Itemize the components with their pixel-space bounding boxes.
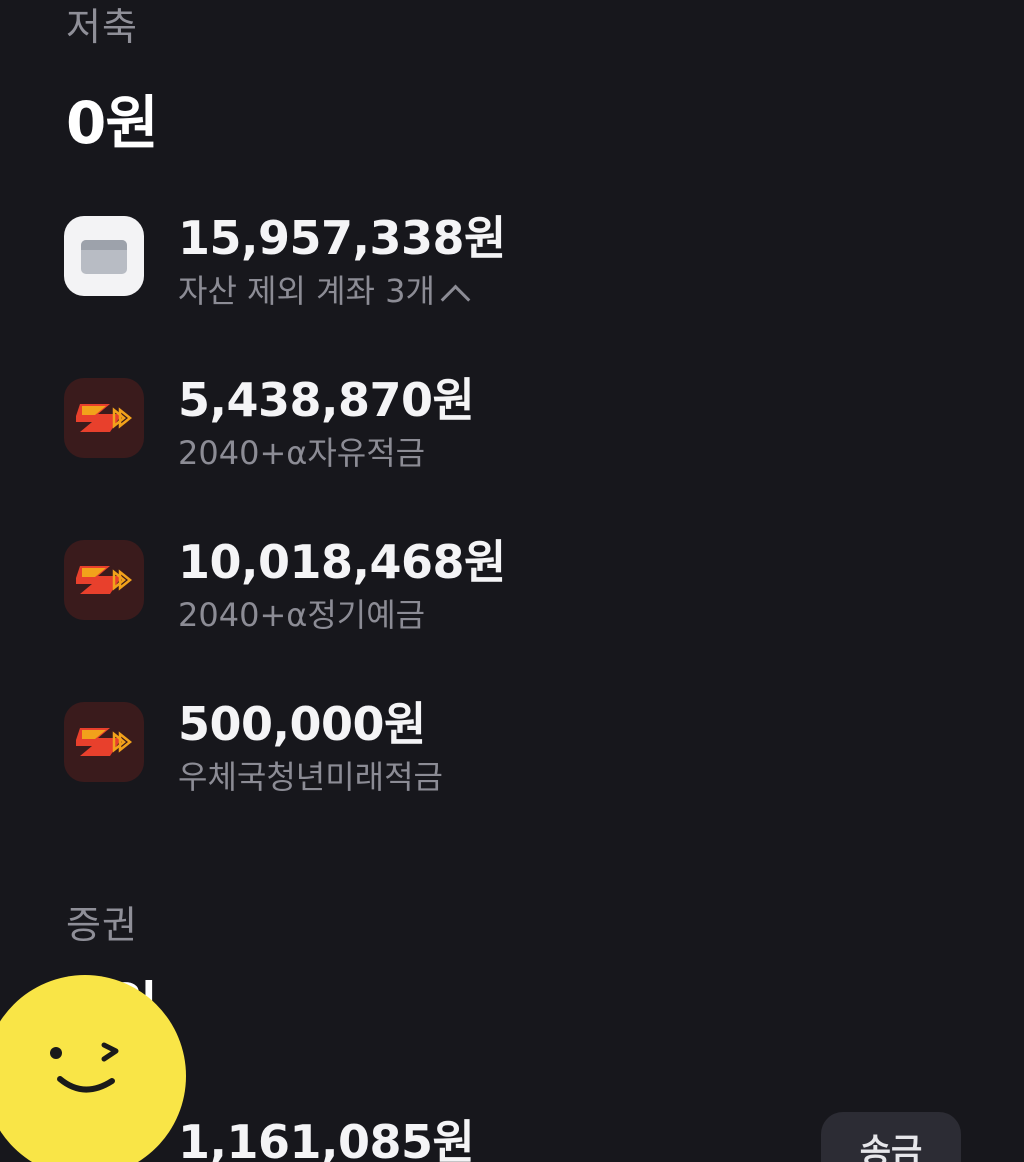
account-name-text: 자산 제외 계좌 3개 xyxy=(178,272,435,310)
floating-mascot-icon[interactable] xyxy=(0,975,186,1162)
account-row[interactable]: 10,018,468원 2040+α정기예금 xyxy=(64,535,964,634)
account-amount: 5,438,870원 xyxy=(178,373,475,427)
send-button[interactable]: 송금 xyxy=(821,1112,961,1162)
account-row[interactable]: 5,438,870원 2040+α자유적금 xyxy=(64,373,964,472)
account-name: 자산 제외 계좌 3개 xyxy=(178,266,471,315)
account-amount: 10,018,468원 xyxy=(178,535,506,589)
account-amount: 15,957,338원 xyxy=(178,211,506,265)
account-name: 2040+α자유적금 xyxy=(178,434,426,472)
account-amount: 500,000원 xyxy=(178,697,426,751)
korea-post-icon xyxy=(64,702,144,782)
savings-total: 0원 xyxy=(66,89,159,157)
korea-post-icon xyxy=(64,540,144,620)
card-icon xyxy=(64,216,144,296)
account-name: 2040+α정기예금 xyxy=(178,596,426,634)
securities-section-label: 증권 xyxy=(66,903,138,947)
account-amount: 1,161,085원 xyxy=(178,1115,475,1162)
korea-post-icon xyxy=(64,378,144,458)
chevron-up-icon[interactable] xyxy=(440,284,471,315)
account-row[interactable]: 500,000원 우체국청년미래적금 xyxy=(64,697,964,796)
account-row-excluded[interactable]: 15,957,338원 자산 제외 계좌 3개 xyxy=(64,211,964,315)
account-name: 우체국청년미래적금 xyxy=(178,758,443,796)
asset-page: 저축 0원 15,957,338원 자산 제외 계좌 3개 5,438,870원… xyxy=(0,0,1024,1162)
savings-section-label: 저축 xyxy=(66,5,138,49)
